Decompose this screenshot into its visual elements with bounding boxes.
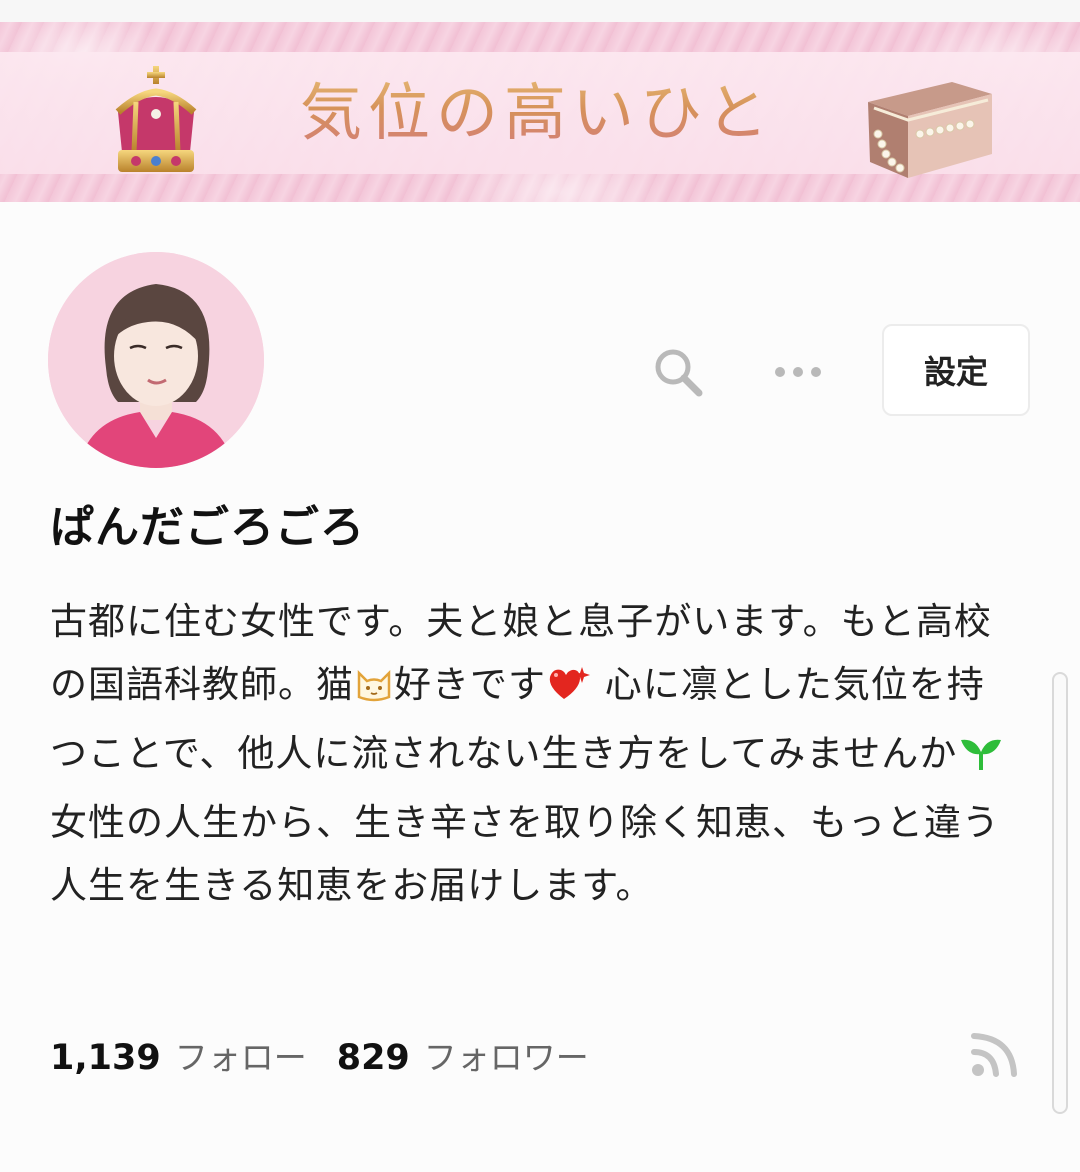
follow-stats: 1,139 フォロー 829 フォロワー [50, 1030, 589, 1080]
header-banner: 気位の高いひと [0, 22, 1080, 202]
scrollbar[interactable] [1052, 672, 1068, 1114]
cat-face-icon [354, 659, 394, 722]
crown-icon [115, 66, 197, 172]
following-label: フォロー [174, 1038, 307, 1077]
followers-count: 829 [336, 1038, 410, 1078]
profile-avatar[interactable] [48, 252, 264, 468]
followers-link[interactable]: 829 フォロワー [337, 1031, 589, 1079]
avatar-woman-icon [48, 252, 264, 468]
sparkling-heart-icon [546, 659, 592, 722]
banner-title: 気位の高いひと [300, 68, 800, 158]
more-options-button[interactable] [766, 350, 830, 394]
settings-button[interactable]: 設定 [882, 324, 1030, 416]
following-link[interactable]: 1,139 フォロー [50, 1031, 307, 1079]
more-horizontal-icon [775, 367, 821, 377]
search-button[interactable] [646, 340, 708, 402]
profile-username: ぱんだごろごろ [50, 502, 365, 553]
bio-text-2: 好きです [394, 663, 546, 706]
following-count: 1,139 [50, 1038, 161, 1078]
jewelry-box-icon [868, 82, 992, 178]
seedling-icon [957, 728, 1005, 791]
profile-bio: 古都に住む女性です。夫と娘と息子がいます。もと高校の国語科教師。猫 好きです 心に… [50, 590, 1015, 917]
search-icon [655, 349, 703, 397]
followers-label: フォロワー [423, 1038, 589, 1077]
rss-icon[interactable] [968, 1030, 1020, 1078]
top-strip [0, 0, 1080, 22]
bio-text-4: 女性の人生から、生き辛さを取り除く知恵、もっと違う人生を生きる知恵をお届けします… [50, 801, 1000, 907]
